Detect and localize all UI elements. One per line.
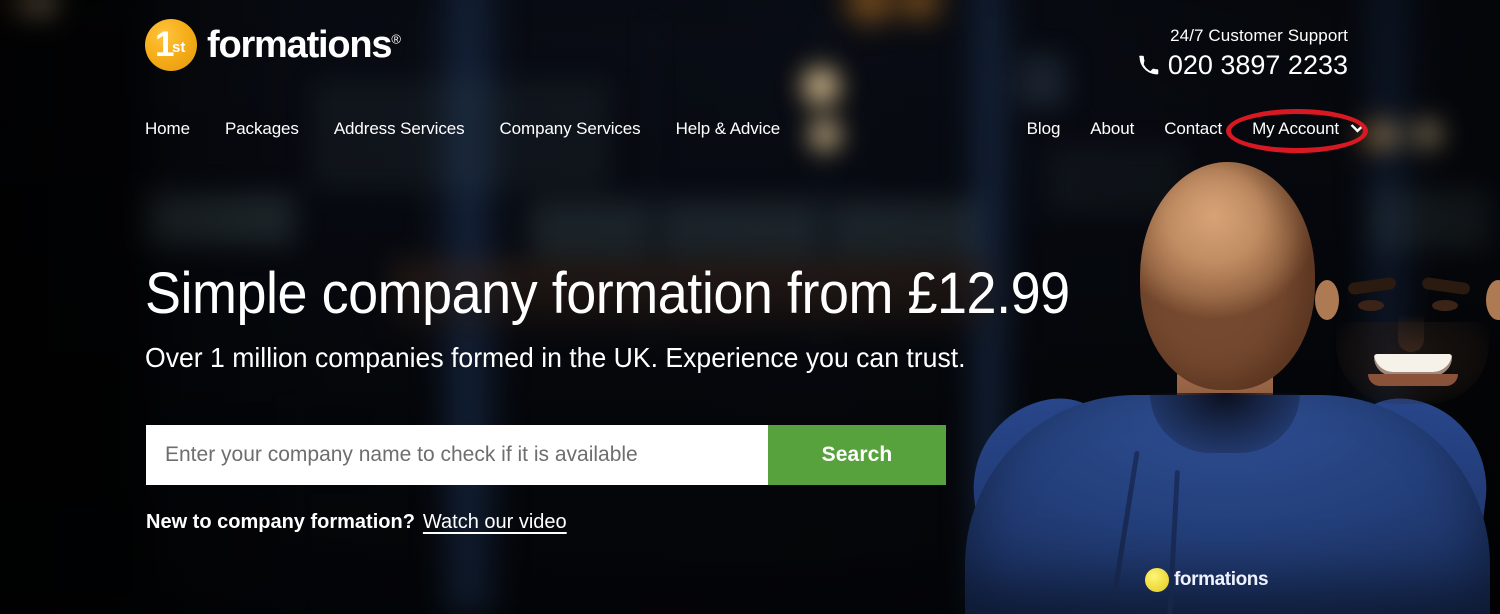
logo-wordmark-text: formations	[207, 24, 393, 66]
watch-our-video-link[interactable]: Watch our video	[423, 511, 567, 534]
logo-badge-superscript: st	[172, 39, 186, 56]
logo-registered-mark: ®	[391, 31, 401, 47]
page-root: formations 1 st formations® 24/7 Custome…	[0, 0, 1500, 614]
nav-item-packages[interactable]: Packages	[225, 119, 299, 139]
phone-icon	[1138, 55, 1159, 75]
nav-item-about[interactable]: About	[1090, 119, 1134, 139]
logo-wordmark: formations®	[207, 24, 401, 66]
nav-item-home[interactable]: Home	[145, 119, 190, 139]
support-label: 24/7 Customer Support	[1170, 26, 1348, 45]
secondary-navigation: Blog About Contact My Account	[1027, 119, 1366, 139]
nav-item-my-account[interactable]: My Account	[1252, 119, 1366, 139]
nav-item-contact[interactable]: Contact	[1164, 119, 1222, 139]
customer-support-block: 24/7 Customer Support 020 3897 2233	[1138, 24, 1348, 81]
nav-item-help-and-advice[interactable]: Help & Advice	[676, 119, 781, 139]
company-name-search-bar: Search	[146, 425, 946, 485]
search-button[interactable]: Search	[768, 425, 946, 485]
logo-badge-icon: 1 st	[145, 19, 197, 71]
hero-subheadline: Over 1 million companies formed in the U…	[145, 342, 966, 373]
support-phone-number: 020 3897 2233	[1167, 49, 1348, 80]
video-prompt-text: New to company formation?	[146, 511, 415, 533]
company-name-search-input[interactable]	[146, 425, 768, 485]
chevron-down-icon	[1350, 123, 1365, 133]
nav-item-company-services[interactable]: Company Services	[500, 119, 641, 139]
site-logo[interactable]: 1 st formations®	[145, 19, 401, 71]
support-phone-link[interactable]: 020 3897 2233	[1138, 50, 1348, 81]
watch-video-prompt: New to company formation? Watch our vide…	[146, 511, 567, 534]
hero-headline: Simple company formation from £12.99	[145, 261, 1070, 326]
my-account-label: My Account	[1252, 119, 1339, 138]
nav-item-blog[interactable]: Blog	[1027, 119, 1061, 139]
primary-navigation: Home Packages Address Services Company S…	[145, 119, 780, 139]
nav-item-address-services[interactable]: Address Services	[334, 119, 465, 139]
